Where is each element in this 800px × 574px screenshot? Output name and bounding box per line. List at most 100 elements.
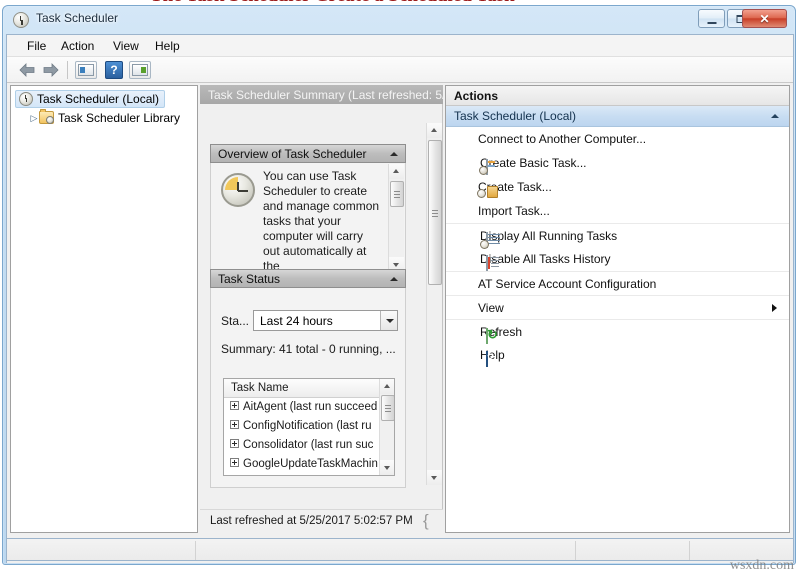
scroll-down-arrow-icon[interactable] bbox=[427, 470, 442, 485]
action-help[interactable]: Help bbox=[446, 343, 789, 367]
tree-root-label: Task Scheduler (Local) bbox=[37, 92, 160, 106]
task-status-summary: Summary: 41 total - 0 running, ... bbox=[221, 342, 396, 356]
summary-pane-body: Overview of Task Scheduler You can use T… bbox=[200, 104, 443, 509]
expand-plus-icon[interactable] bbox=[230, 458, 239, 467]
status-filter-dropdown[interactable]: Last 24 hours bbox=[253, 310, 398, 331]
console-tree-icon bbox=[78, 64, 94, 76]
actions-group-header[interactable]: Task Scheduler (Local) bbox=[446, 106, 789, 127]
action-connect-to-another-computer[interactable]: Connect to Another Computer... bbox=[446, 127, 789, 151]
chevron-up-icon[interactable] bbox=[390, 152, 398, 156]
action-view[interactable]: View bbox=[446, 295, 789, 319]
scroll-thumb[interactable] bbox=[390, 181, 404, 207]
menu-action[interactable]: Action bbox=[55, 38, 100, 54]
status-bar-divider bbox=[195, 541, 196, 560]
client-area: File Action View Help ? Task Scheduler (… bbox=[6, 34, 794, 563]
scroll-thumb[interactable] bbox=[428, 140, 442, 285]
show-hide-console-tree-button[interactable] bbox=[75, 61, 97, 79]
scroll-thumb[interactable] bbox=[381, 395, 394, 421]
close-button[interactable] bbox=[742, 9, 787, 28]
action-create-basic-task[interactable]: Create Basic Task... bbox=[446, 151, 789, 175]
task-name: GoogleUpdateTaskMachin bbox=[243, 458, 378, 470]
action-import-task[interactable]: Import Task... bbox=[446, 199, 789, 223]
chevron-right-icon[interactable] bbox=[772, 304, 777, 312]
overview-scrollbar[interactable] bbox=[388, 164, 404, 272]
chevron-up-icon[interactable] bbox=[771, 114, 779, 118]
help-button[interactable] bbox=[105, 61, 123, 79]
action-label: AT Service Account Configuration bbox=[478, 277, 657, 291]
actions-pane-title: Actions bbox=[446, 86, 789, 106]
summary-pane-scrollbar[interactable] bbox=[426, 123, 442, 485]
task-status-section-header[interactable]: Task Status bbox=[210, 269, 406, 288]
title-bar: Task Scheduler bbox=[3, 6, 795, 34]
action-create-task[interactable]: Create Task... bbox=[446, 175, 789, 199]
action-refresh[interactable]: Refresh bbox=[446, 319, 789, 344]
menu-help[interactable]: Help bbox=[149, 38, 186, 54]
refresh-icon bbox=[486, 328, 488, 344]
expand-plus-icon[interactable] bbox=[230, 401, 239, 410]
display-running-tasks-icon bbox=[486, 232, 488, 248]
tree-child-label: Task Scheduler Library bbox=[58, 111, 181, 125]
table-row[interactable]: Consolidator (last run suc bbox=[224, 436, 394, 455]
expand-plus-icon[interactable] bbox=[230, 420, 239, 429]
task-name: AitAgent (last run succeed bbox=[243, 401, 378, 413]
panes-container: Task Scheduler (Local) ▷ Task Scheduler L… bbox=[7, 83, 793, 535]
overview-section-title: Overview of Task Scheduler bbox=[218, 147, 367, 161]
window-title: Task Scheduler bbox=[36, 11, 119, 25]
action-at-service-account-configuration[interactable]: AT Service Account Configuration bbox=[446, 271, 789, 295]
menu-file[interactable]: File bbox=[21, 38, 52, 54]
actions-group-label: Task Scheduler (Local) bbox=[454, 109, 577, 123]
chevron-down-icon[interactable] bbox=[380, 311, 397, 330]
task-name: Consolidator (last run suc bbox=[243, 439, 374, 451]
expand-plus-icon[interactable] bbox=[230, 439, 239, 448]
clock-illustration-icon bbox=[221, 173, 255, 207]
help-icon bbox=[486, 351, 488, 367]
action-display-all-running-tasks[interactable]: Display All Running Tasks bbox=[446, 223, 789, 248]
summary-pane: Task Scheduler Summary (Last refreshed: … bbox=[200, 85, 443, 533]
task-name: ConfigNotification (last ru bbox=[243, 420, 372, 432]
task-grid-scrollbar[interactable] bbox=[379, 379, 394, 475]
site-watermark: wsxdn.com bbox=[729, 558, 794, 573]
task-status-section: Task Status Sta... Last 24 hours Summary… bbox=[210, 269, 406, 488]
action-disable-all-tasks-history[interactable]: Disable All Tasks History bbox=[446, 247, 789, 271]
chevron-right-icon[interactable]: ▷ bbox=[29, 113, 39, 124]
task-status-grid[interactable]: Task Name AitAgent (last run succeed Con… bbox=[223, 378, 395, 476]
status-filter-label: Sta... bbox=[221, 314, 250, 328]
show-hide-action-pane-button[interactable] bbox=[129, 61, 151, 79]
summary-pane-header: Task Scheduler Summary (Last refreshed: … bbox=[200, 85, 443, 104]
overview-section-body: You can use Task Scheduler to create and… bbox=[210, 163, 406, 273]
scroll-up-arrow-icon[interactable] bbox=[389, 164, 404, 179]
disable-history-icon bbox=[486, 255, 488, 271]
back-arrow-icon[interactable] bbox=[19, 63, 35, 77]
status-bar-divider bbox=[689, 541, 690, 560]
tree-item-task-scheduler-local[interactable]: Task Scheduler (Local) bbox=[15, 90, 166, 108]
scroll-up-arrow-icon[interactable] bbox=[427, 123, 442, 138]
task-name-column-header[interactable]: Task Name bbox=[224, 379, 394, 398]
overview-description: You can use Task Scheduler to create and… bbox=[263, 169, 380, 273]
clock-minute-hand bbox=[238, 190, 248, 192]
forward-arrow-icon[interactable] bbox=[43, 63, 59, 77]
scroll-down-arrow-icon[interactable] bbox=[380, 460, 394, 475]
table-row[interactable]: ConfigNotification (last ru bbox=[224, 417, 394, 436]
menu-bar: File Action View Help bbox=[7, 35, 793, 57]
menu-view[interactable]: View bbox=[107, 38, 145, 54]
minimize-button[interactable] bbox=[698, 9, 725, 28]
action-label: View bbox=[478, 301, 504, 315]
last-refreshed-text: Last refreshed at 5/25/2017 5:02:57 PM bbox=[210, 515, 413, 527]
overview-section-header[interactable]: Overview of Task Scheduler bbox=[210, 144, 406, 163]
toolbar-separator bbox=[67, 61, 68, 79]
last-refreshed-status: Last refreshed at 5/25/2017 5:02:57 PM { bbox=[200, 509, 443, 533]
table-row[interactable]: AitAgent (last run succeed bbox=[224, 398, 394, 417]
scroll-up-arrow-icon[interactable] bbox=[380, 379, 394, 394]
folder-clock-icon bbox=[39, 109, 54, 124]
toolbar bbox=[7, 57, 793, 83]
tree-item-task-scheduler-library[interactable]: ▷ Task Scheduler Library bbox=[29, 109, 181, 129]
action-label: Disable All Tasks History bbox=[480, 252, 611, 266]
action-label: Create Basic Task... bbox=[480, 156, 587, 170]
action-label: Connect to Another Computer... bbox=[478, 132, 647, 146]
task-scheduler-window: Task Scheduler File Action View Help bbox=[2, 5, 796, 565]
chevron-up-icon[interactable] bbox=[390, 277, 398, 281]
status-filter-value: Last 24 hours bbox=[260, 314, 333, 328]
table-row[interactable]: GoogleUpdateTaskMachin bbox=[224, 455, 394, 474]
actions-pane: Actions Task Scheduler (Local) Connect t… bbox=[445, 85, 790, 533]
resize-grip-icon: { bbox=[423, 511, 429, 530]
